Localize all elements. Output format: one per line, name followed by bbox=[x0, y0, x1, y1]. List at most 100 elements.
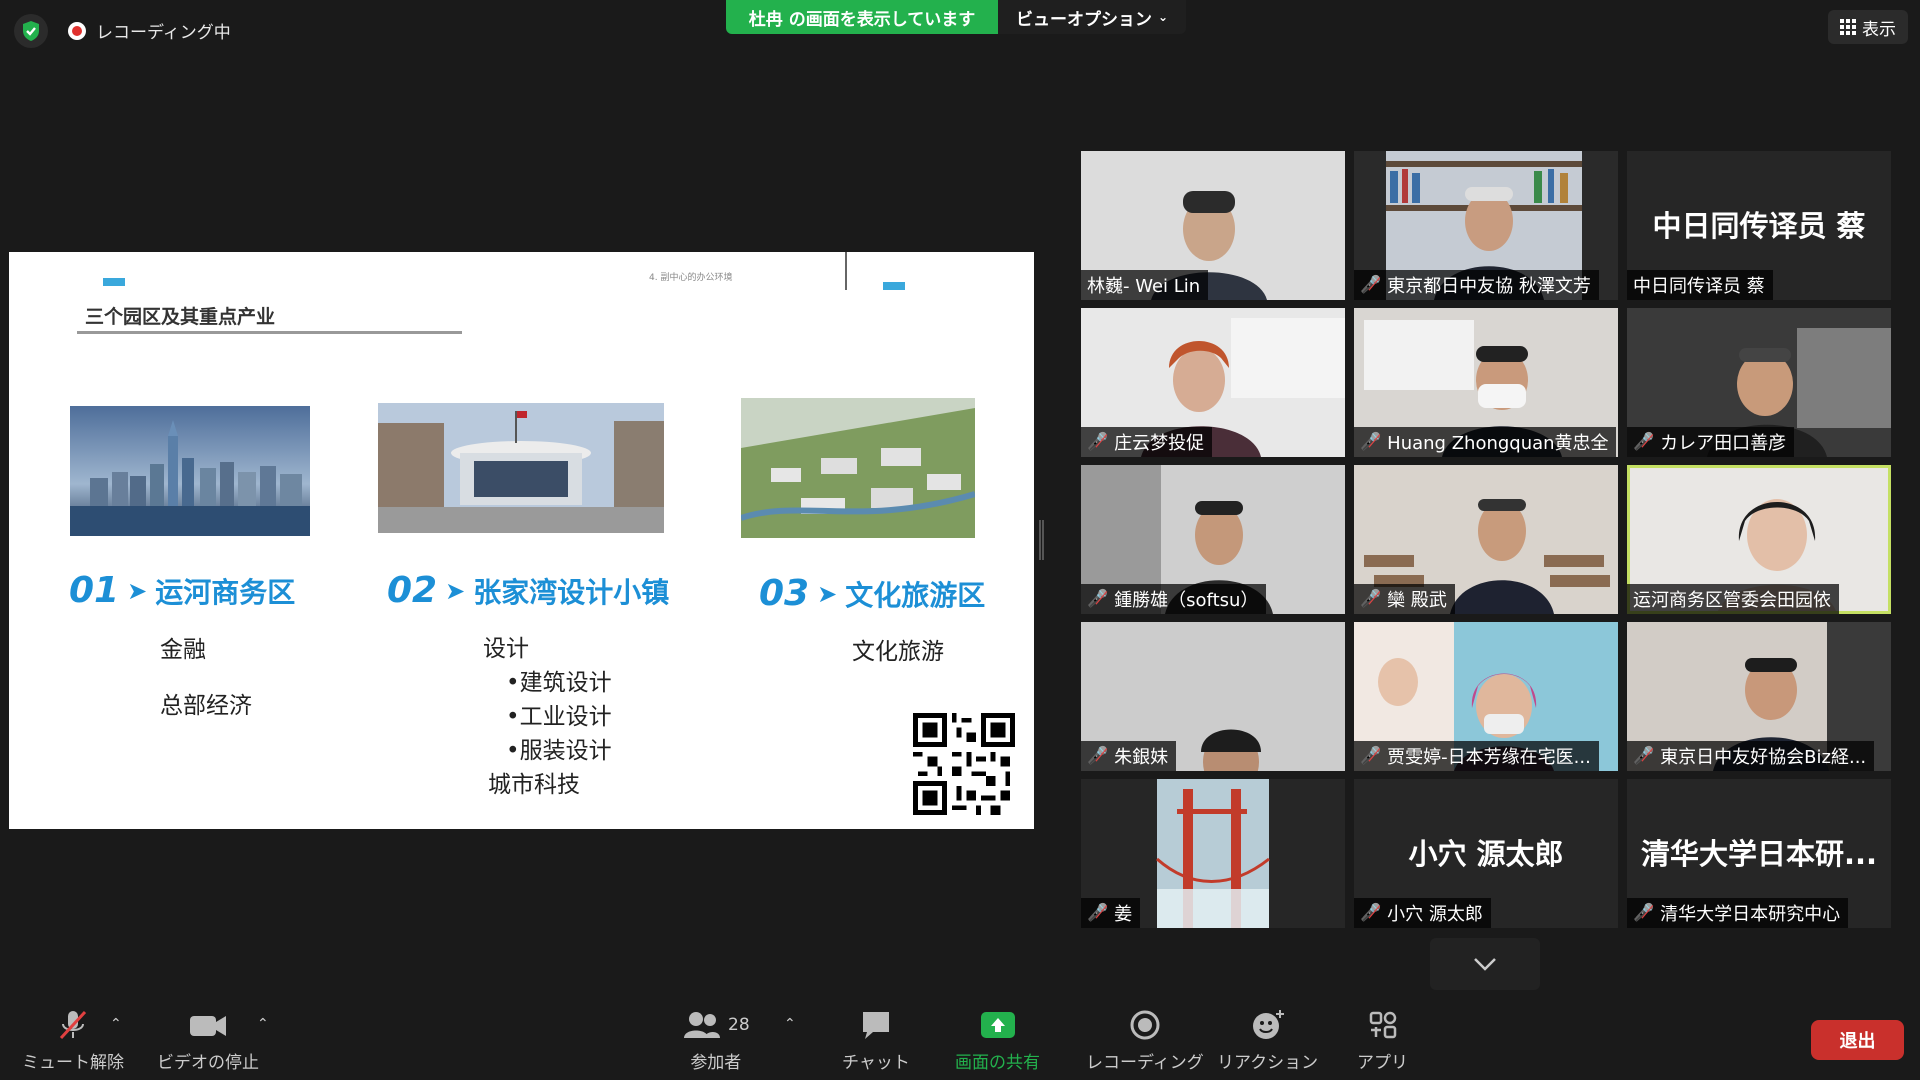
zone-number: 02 bbox=[387, 570, 438, 611]
view-options-label: ビューオプション bbox=[1015, 9, 1152, 30]
slide-accent-mark bbox=[103, 278, 125, 286]
participant-name: 贾雯婷-日本芳缘在宅医... bbox=[1387, 747, 1591, 768]
share-screen-icon bbox=[980, 1012, 1015, 1038]
slide-divider bbox=[845, 252, 847, 290]
screen-share-banner: 杜冉 の画面を表示しています bbox=[726, 0, 998, 34]
participants-options-caret[interactable]: ⌃ bbox=[784, 1016, 796, 1032]
microphone-muted-icon: 🎤̸ bbox=[1633, 903, 1655, 923]
chevron-right-icon: ➤ bbox=[445, 576, 466, 605]
participant-name: 姜 bbox=[1114, 904, 1133, 925]
participant-tile[interactable]: 🎤̸ 欒 殿武 bbox=[1354, 465, 1618, 614]
chevron-right-icon: ➤ bbox=[127, 576, 148, 605]
participant-name: 朱銀妹 bbox=[1114, 747, 1169, 768]
record-button[interactable]: レコーディング bbox=[1086, 1008, 1204, 1073]
participant-tile[interactable]: 🎤̸ 東京日中友好協会Biz経... bbox=[1627, 622, 1891, 771]
participant-tile[interactable]: 🎤̸ 贾雯婷-日本芳缘在宅医... bbox=[1354, 622, 1618, 771]
participant-tile[interactable]: 中日同传译员 蔡 中日同传译员 蔡 bbox=[1627, 151, 1891, 300]
shared-screen-slide: 4. 副中心的办公环境 三个园区及其重点产业 01 ➤ 运河商务区 02 ➤ 张… bbox=[9, 252, 1034, 829]
participant-tile[interactable]: 🎤̸ 東京都日中友協 秋澤文芳 bbox=[1354, 151, 1618, 300]
participant-name-tag: 🎤̸ 贾雯婷-日本芳缘在宅医... bbox=[1354, 741, 1599, 771]
participant-tile[interactable]: 🎤̸ 朱銀妹 bbox=[1081, 622, 1345, 771]
participant-name: カレア田口善彦 bbox=[1660, 433, 1787, 454]
share-screen-label: 画面の共有 bbox=[955, 1053, 1040, 1073]
participant-name: 中日同传译员 蔡 bbox=[1633, 276, 1765, 297]
security-shield-icon[interactable] bbox=[14, 14, 48, 48]
participant-name-tag: 🎤̸ 鍾勝雄（softsu） bbox=[1081, 584, 1267, 614]
zone-title-02: 02 ➤ 张家湾设计小镇 bbox=[387, 570, 669, 611]
participant-name-tag: 🎤̸ 東京都日中友協 秋澤文芳 bbox=[1354, 270, 1599, 300]
share-screen-button[interactable]: 画面の共有 bbox=[955, 1008, 1040, 1073]
recording-label: レコーディング中 bbox=[96, 23, 231, 43]
participant-tile-active-speaker[interactable]: 运河商务区管委会田园依 bbox=[1627, 465, 1891, 614]
chevron-right-icon: ➤ bbox=[817, 579, 838, 608]
zone-title-03: 03 ➤ 文化旅游区 bbox=[759, 573, 985, 614]
participant-name: 庄云梦投促 bbox=[1114, 433, 1205, 454]
participant-name: 小穴 源太郎 bbox=[1387, 904, 1483, 925]
participant-name-tag: 🎤̸ 東京日中友好協会Biz経... bbox=[1627, 741, 1875, 771]
apps-button[interactable]: アプリ bbox=[1357, 1008, 1408, 1073]
participant-name: 東京日中友好協会Biz経... bbox=[1660, 747, 1867, 768]
apps-icon bbox=[1369, 1011, 1396, 1039]
recording-indicator[interactable]: レコーディング中 bbox=[68, 18, 231, 43]
participant-tile[interactable]: 🎤̸ 庄云梦投促 bbox=[1081, 308, 1345, 457]
reaction-emoji-icon bbox=[1252, 1010, 1284, 1039]
microphone-muted-icon: 🎤̸ bbox=[1633, 432, 1655, 452]
record-label: レコーディング bbox=[1086, 1053, 1204, 1073]
participant-name-tag: 🎤̸ 欒 殿武 bbox=[1354, 584, 1455, 614]
chat-button[interactable]: チャット bbox=[842, 1008, 910, 1073]
zone-2-item: •工业设计 bbox=[506, 704, 612, 730]
microphone-muted-icon: 🎤̸ bbox=[1087, 589, 1109, 609]
audio-options-caret[interactable]: ⌃ bbox=[110, 1016, 122, 1032]
stop-video-label: ビデオの停止 bbox=[157, 1053, 259, 1073]
zone-name: 张家湾设计小镇 bbox=[473, 575, 670, 609]
slide-accent-mark bbox=[883, 282, 905, 290]
participants-label: 参加者 bbox=[690, 1053, 742, 1073]
participant-tile[interactable]: 🎤̸ Huang Zhongquan黄忠全 bbox=[1354, 308, 1618, 457]
unmute-button[interactable]: ミュート解除 bbox=[22, 1008, 124, 1073]
participant-display-name: 中日同传译员 蔡 bbox=[1652, 209, 1866, 243]
participant-name-tag: 🎤̸ カレア田口善彦 bbox=[1627, 427, 1795, 457]
microphone-muted-icon: 🎤̸ bbox=[1360, 746, 1382, 766]
participant-name-tag: 🎤̸ 姜 bbox=[1081, 898, 1141, 928]
participant-tile[interactable]: 🎤̸ 姜 bbox=[1081, 779, 1345, 928]
grid-icon bbox=[1840, 19, 1856, 35]
participant-name-tag: 🎤̸ 清华大学日本研究中心 bbox=[1627, 898, 1849, 928]
participant-tile[interactable]: 清华大学日本研... 🎤̸ 清华大学日本研究中心 bbox=[1627, 779, 1891, 928]
video-options-caret[interactable]: ⌃ bbox=[257, 1016, 269, 1032]
slide-caption: 4. 副中心的办公环境 bbox=[649, 273, 733, 283]
leave-meeting-button[interactable]: 退出 bbox=[1811, 1020, 1904, 1060]
qr-code bbox=[913, 713, 1015, 815]
reactions-button[interactable]: リアクション bbox=[1217, 1008, 1318, 1073]
participant-tile[interactable]: 林巍- Wei Lin bbox=[1081, 151, 1345, 300]
participant-name: 清华大学日本研究中心 bbox=[1660, 904, 1841, 925]
participants-button[interactable]: 28 参加者 bbox=[682, 1008, 750, 1073]
view-options-button[interactable]: ビューオプション ⌄ bbox=[998, 0, 1186, 34]
zone-title-01: 01 ➤ 运河商务区 bbox=[69, 570, 295, 611]
chevron-down-icon bbox=[1474, 958, 1496, 971]
microphone-muted-icon: 🎤̸ bbox=[1633, 746, 1655, 766]
gallery-scroll-down-button[interactable] bbox=[1430, 938, 1540, 990]
participant-name: 林巍- Wei Lin bbox=[1087, 276, 1201, 297]
slide-title: 三个园区及其重点产业 bbox=[85, 306, 276, 328]
zone-number: 01 bbox=[69, 570, 120, 611]
participant-tile[interactable]: 🎤̸ カレア田口善彦 bbox=[1627, 308, 1891, 457]
participant-name-tag: 运河商务区管委会田园依 bbox=[1627, 584, 1839, 614]
microphone-muted-icon: 🎤̸ bbox=[1087, 432, 1109, 452]
zone-1-item: 金融 bbox=[160, 637, 206, 663]
participant-name-tag: 林巍- Wei Lin bbox=[1081, 270, 1209, 300]
participant-name-tag: 🎤̸ 朱銀妹 bbox=[1081, 741, 1177, 771]
zone-number: 03 bbox=[759, 573, 810, 614]
apps-label: アプリ bbox=[1357, 1053, 1408, 1073]
participant-name: 欒 殿武 bbox=[1387, 590, 1447, 611]
culture-tourism-zone-photo bbox=[741, 398, 975, 538]
microphone-muted-icon: 🎤̸ bbox=[1360, 275, 1382, 295]
panel-resize-handle[interactable] bbox=[1039, 520, 1044, 560]
view-layout-button[interactable]: 表示 bbox=[1828, 10, 1908, 44]
view-label: 表示 bbox=[1862, 19, 1896, 40]
participant-tile[interactable]: 🎤̸ 鍾勝雄（softsu） bbox=[1081, 465, 1345, 614]
participant-tile[interactable]: 小穴 源太郎 🎤̸ 小穴 源太郎 bbox=[1354, 779, 1618, 928]
stop-video-button[interactable]: ビデオの停止 bbox=[157, 1008, 259, 1073]
recording-dot-icon bbox=[68, 21, 86, 40]
microphone-muted-icon: 🎤̸ bbox=[1360, 903, 1382, 923]
microphone-muted-icon: 🎤̸ bbox=[1087, 903, 1109, 923]
